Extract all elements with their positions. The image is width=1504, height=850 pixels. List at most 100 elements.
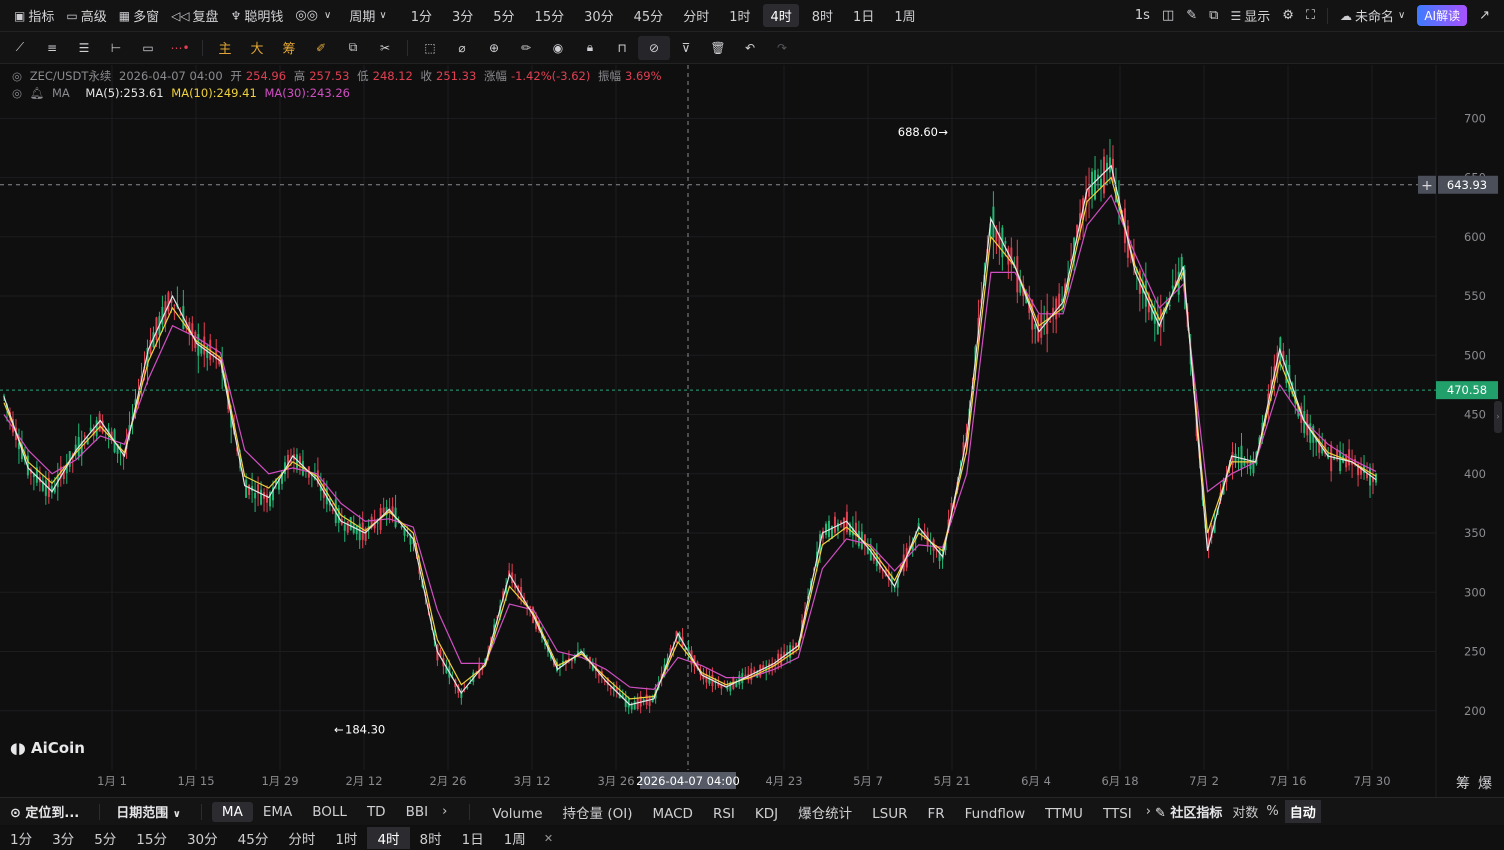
big-order-tool[interactable]: 大 [241,36,273,60]
sub-indicator-tab[interactable]: Fundflow [955,804,1036,824]
main-indicator-tab[interactable]: TD [357,802,396,822]
period-tab-7[interactable]: 1时 [722,4,757,27]
chips-button[interactable]: 筹 [1456,776,1470,792]
multi-window-menu[interactable]: ▦ 多窗 [113,4,165,28]
period-tab-9[interactable]: 8时 [805,4,840,27]
filter-icon[interactable]: ⊽ [670,36,702,60]
camera-icon[interactable]: ◫ [1156,4,1180,28]
visibility-icon[interactable]: ◎ [12,69,22,83]
chip-tool[interactable]: 筹 [273,36,305,60]
main-force-tool[interactable]: 主 [209,36,241,60]
bottom-period-tab-2[interactable]: 5分 [84,827,126,849]
bottom-period-tab-1[interactable]: 3分 [42,827,84,849]
visibility-icon[interactable]: ◎ [12,86,22,100]
period-tab-3[interactable]: 15分 [528,4,572,27]
refresh-rate[interactable]: 1s [1129,4,1156,28]
pencil-icon[interactable]: ✎ [1180,4,1203,28]
bottom-period-tab-10[interactable]: 1日 [452,827,494,849]
horizontal-ray-icon[interactable]: ⊢ [100,36,132,60]
trash-icon[interactable]: 🗑︎ [702,36,734,60]
smart-money-button[interactable]: ♆ 聪明钱 [225,4,290,28]
glasses-menu[interactable]: ◎◎ ∨ [289,4,337,28]
horizontal-lines-icon[interactable]: ☰ [68,36,100,60]
main-indicator-tab[interactable]: BOLL [302,802,357,822]
percent-scale-toggle[interactable]: % [1266,804,1278,819]
plus-icon[interactable]: + [1421,178,1433,194]
community-indicators-button[interactable]: ✎ 社区指标 [1155,802,1222,821]
period-menu[interactable]: 周期 ∨ [343,4,392,28]
zoom-icon[interactable]: ⊕ [478,36,510,60]
sub-indicator-tab[interactable]: MACD [642,804,702,824]
locate-button[interactable]: ⊙ 定位到... [0,802,93,821]
chevron-right-icon[interactable]: › [442,804,447,819]
magnet-icon[interactable]: ⊓ [606,36,638,60]
period-tab-6[interactable]: 分时 [676,4,716,27]
period-tab-8[interactable]: 4时 [763,4,799,27]
scissor-icon[interactable]: ✂ [369,36,401,60]
indicators-menu[interactable]: ▣ 指标 [8,4,60,28]
undo-icon[interactable]: ↶ [734,36,766,60]
redo-icon[interactable]: ↷ [766,36,798,60]
period-tab-11[interactable]: 1周 [887,4,922,27]
liquidation-button[interactable]: 爆 [1478,776,1492,792]
sub-indicator-tab[interactable]: KDJ [745,804,788,824]
rectangle-icon[interactable]: ▭ [132,36,164,60]
period-tab-4[interactable]: 30分 [577,4,621,27]
eye-icon[interactable]: ◉ [542,36,574,60]
gear-icon[interactable]: ⚙ [1276,4,1300,28]
chart-canvas[interactable]: 2002503003504004505005506006507001月 11月 … [0,65,1504,797]
sub-indicator-tab[interactable]: LSUR [862,804,917,824]
sub-indicator-tab[interactable]: TTSI [1093,804,1142,824]
period-tab-10[interactable]: 1日 [846,4,881,27]
sub-indicator-tab[interactable]: TTMU [1035,804,1093,824]
bottom-period-tab-5[interactable]: 45分 [228,827,279,849]
auto-scale-toggle[interactable]: 自动 [1284,800,1321,823]
locate-icon: ⊙ [10,806,26,821]
collapse-handle[interactable]: › [1494,401,1502,433]
bell-icon[interactable]: 🔔︎ [30,86,45,100]
lock-icon[interactable]: 🔒︎ [574,36,606,60]
period-tab-1[interactable]: 3分 [445,4,480,27]
price-chart[interactable]: 2002503003504004505005506006507001月 11月 … [0,65,1504,797]
parallel-lines-icon[interactable]: ≡ [36,36,68,60]
popout-icon[interactable]: ⧉ [1203,4,1224,28]
brush-icon[interactable]: ✏ [510,36,542,60]
chevron-right-icon[interactable]: › [1146,804,1151,819]
bottom-period-tab-0[interactable]: 1分 [0,827,42,849]
trend-icon[interactable]: ↗ [1473,4,1496,28]
main-indicator-tab[interactable]: BBI [396,802,439,822]
main-indicator-tab[interactable]: MA [211,801,253,822]
advanced-menu[interactable]: ▭ 高级 [60,4,112,28]
trendline-icon[interactable]: ⟋ [4,36,36,60]
replay-button[interactable]: ◁◁ 复盘 [165,4,224,28]
sub-indicator-tab[interactable]: RSI [703,804,745,824]
link-icon[interactable]: ⊘ [638,35,670,60]
main-indicator-tab[interactable]: EMA [253,802,302,822]
close-icon[interactable]: ✕ [544,832,553,845]
bottom-period-tab-7[interactable]: 1时 [325,827,367,849]
ruler-icon[interactable]: ⌀ [446,36,478,60]
bottom-period-tab-11[interactable]: 1周 [494,827,536,849]
fullscreen-icon[interactable]: ⛶ [1300,4,1321,28]
bottom-period-tab-4[interactable]: 30分 [177,827,228,849]
bottom-period-tab-8[interactable]: 4时 [367,827,410,849]
copy-draw-icon[interactable]: ⧉ [337,36,369,60]
ruler-edit-icon[interactable]: ✐ [305,36,337,60]
sub-indicator-tab[interactable]: 爆仓统计 [788,800,862,824]
bottom-period-tab-9[interactable]: 8时 [410,827,452,849]
bottom-period-tab-3[interactable]: 15分 [126,827,177,849]
sub-indicator-tab[interactable]: FR [917,804,954,824]
date-range-button[interactable]: 日期范围 ∨ [106,802,195,821]
period-tab-2[interactable]: 5分 [486,4,521,27]
ai-analysis-button[interactable]: AI解读 [1417,5,1468,26]
period-tab-5[interactable]: 45分 [627,4,671,27]
layout-menu[interactable]: ☁ 未命名 ∨ [1334,4,1411,28]
bottom-period-tab-6[interactable]: 分时 [278,827,325,849]
dotted-line-icon[interactable]: ⋯• [164,36,196,60]
sub-indicator-tab[interactable]: 持仓量 (OI) [553,800,643,824]
log-scale-toggle[interactable]: 对数 [1232,802,1258,821]
sub-indicator-tab[interactable]: Volume [482,804,552,824]
period-tab-0[interactable]: 1分 [404,4,439,27]
display-menu[interactable]: ☰ 显示 [1224,4,1276,28]
select-icon[interactable]: ⬚ [414,36,446,60]
